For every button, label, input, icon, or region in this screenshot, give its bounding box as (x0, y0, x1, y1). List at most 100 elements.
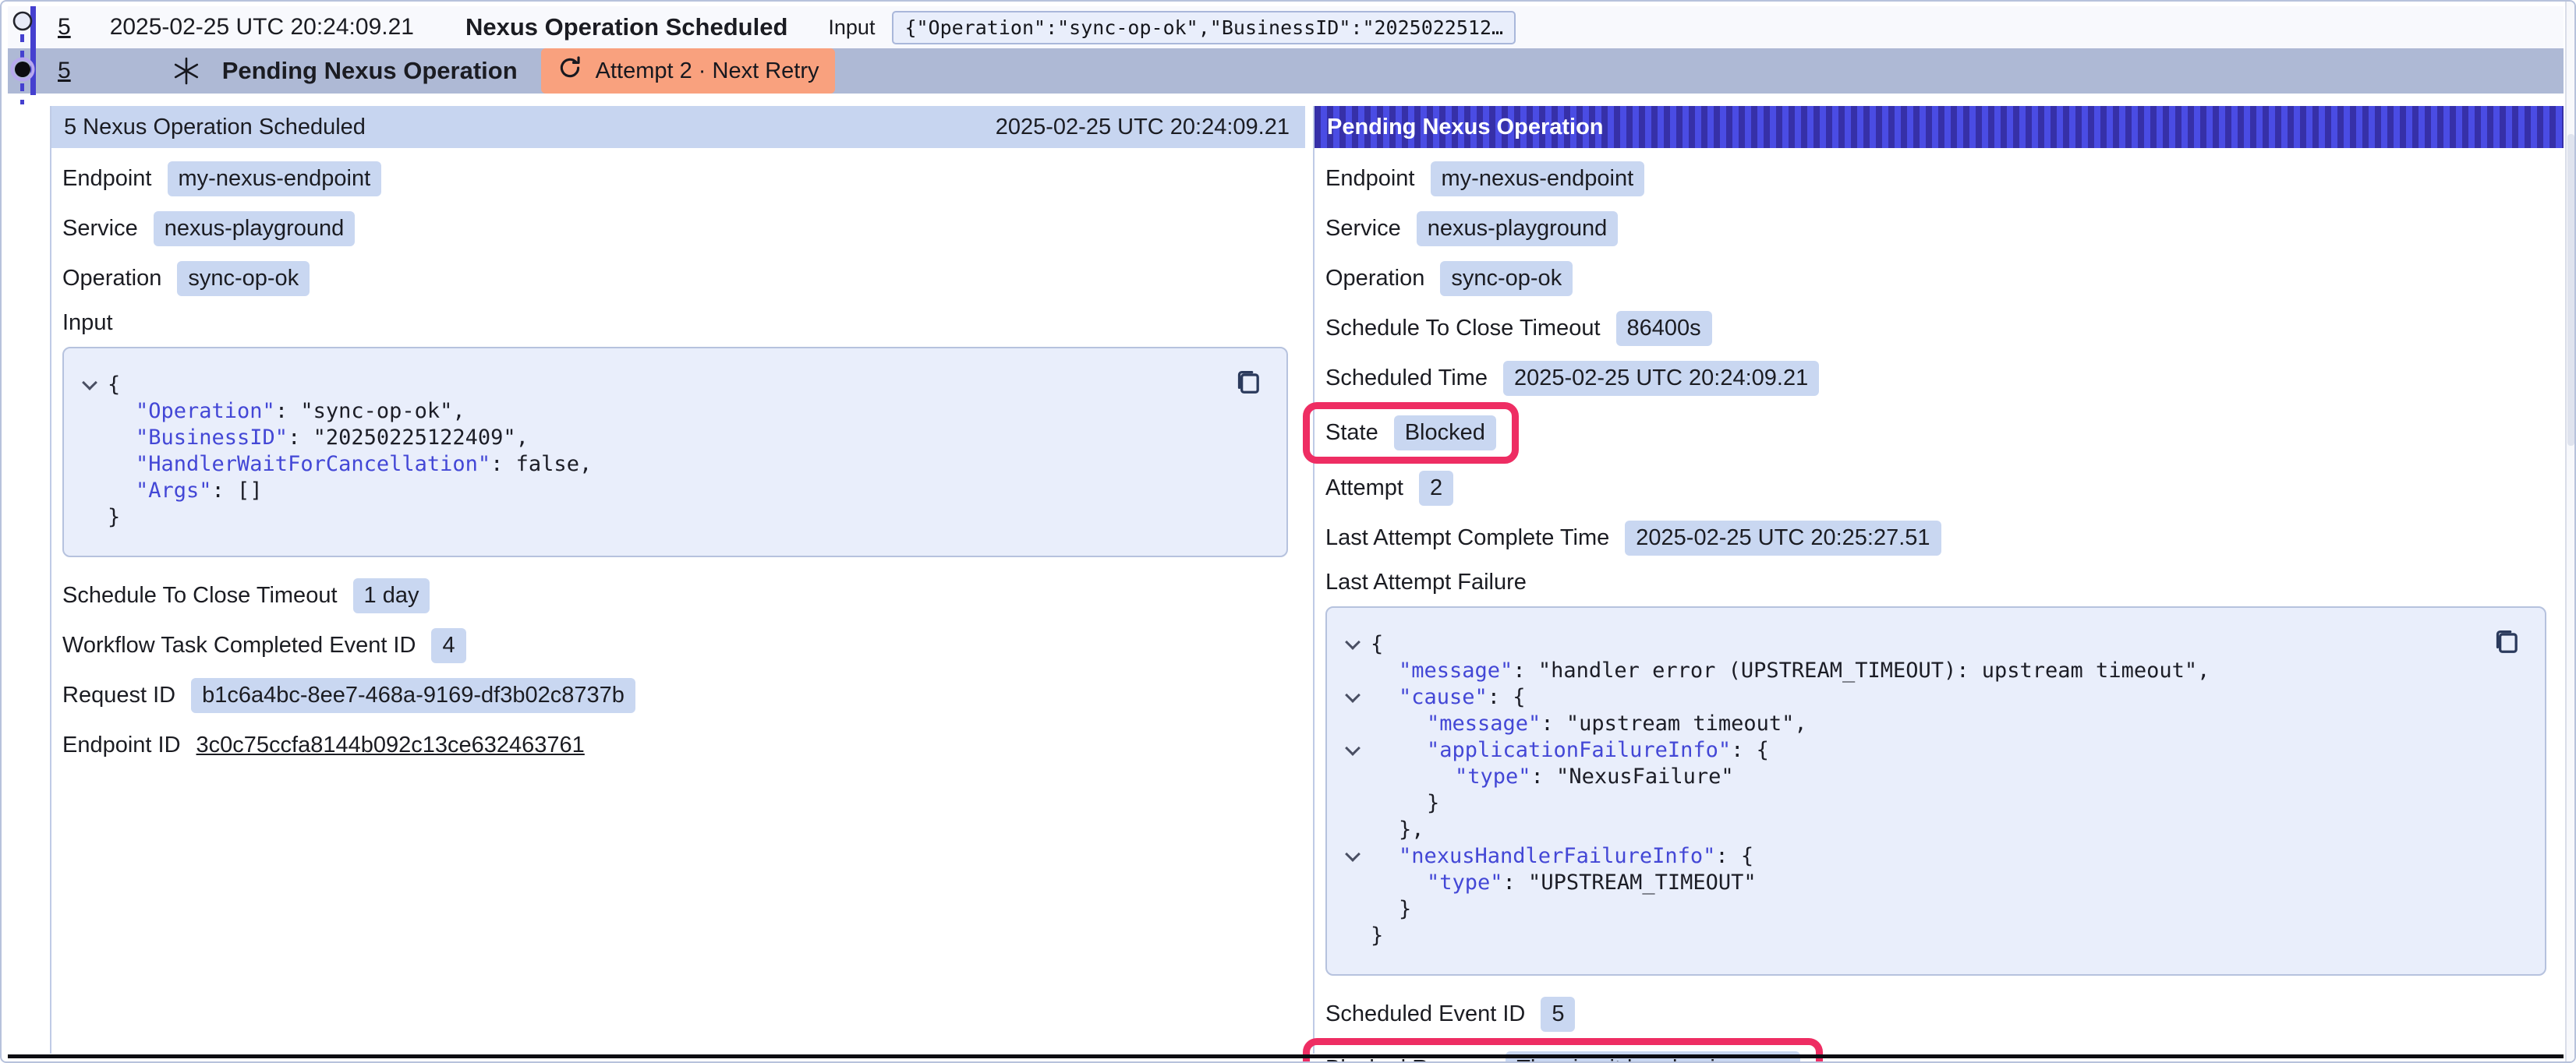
event-row-pending[interactable]: 5 Pending Nexus Operation (8, 48, 2564, 94)
json-text: : "20250225122409", (288, 426, 529, 450)
field-label: Attempt (1325, 475, 1403, 501)
json-text: { (1371, 632, 1383, 656)
json-text: : "NexusFailure" (1531, 765, 1734, 789)
json-text: : "handler error (UPSTREAM_TIMEOUT): ups… (1513, 659, 2210, 683)
json-key: "Operation" (136, 399, 275, 423)
field-row-scheduled-event-id: Scheduled Event ID5 (1325, 996, 1575, 1032)
field-value-operation: sync-op-ok (177, 261, 310, 296)
field-row-operation: Operation sync-op-ok (1325, 260, 1573, 296)
scrollbar-thumb[interactable] (2567, 134, 2574, 446)
code-line: "BusinessID": "20250225122409", (72, 425, 1268, 451)
collapse-chevron-icon[interactable] (82, 375, 97, 390)
field-row-schedule-to-close-timeout: Schedule To Close Timeout1 day (62, 577, 430, 613)
timeline-open-node-icon[interactable] (12, 10, 34, 36)
code-text: } (108, 504, 120, 531)
code-text: "applicationFailureInfo": { (1371, 737, 1769, 764)
code-text: } (1371, 896, 1411, 923)
field-label: Endpoint (1325, 166, 1415, 192)
failure-json-block: {"message": "handler error (UPSTREAM_TIM… (1325, 606, 2546, 976)
code-line: "applicationFailureInfo": { (1335, 737, 2526, 764)
json-key: "Args" (136, 479, 212, 503)
code-text: "type": "NexusFailure" (1371, 764, 1734, 790)
json-text: } (108, 505, 120, 529)
field-row-last-attempt-complete-time: Last Attempt Complete Time2025-02-25 UTC… (1325, 520, 1941, 556)
event-input-preview[interactable]: {"Operation":"sync-op-ok","BusinessID":"… (892, 11, 1516, 44)
code-text: { (1371, 631, 1383, 658)
json-text: } (1371, 924, 1383, 948)
scheduled-card-body: Endpointmy-nexus-endpointServicenexus-pl… (51, 148, 1305, 763)
failure-json-lines: {"message": "handler error (UPSTREAM_TIM… (1335, 631, 2526, 949)
event-id-link[interactable]: 5 (58, 58, 71, 84)
collapse-chevron-icon[interactable] (1345, 846, 1361, 862)
pending-card-header: Pending Nexus Operation (1315, 106, 2564, 148)
json-key: "HandlerWaitForCancellation" (136, 452, 490, 476)
field-label: Endpoint (62, 166, 152, 192)
field-row-state: State Blocked (1303, 402, 1519, 464)
event-detail-panels: 5 Nexus Operation Scheduled 2025-02-25 U… (50, 106, 2564, 1054)
field-label: Schedule To Close Timeout (62, 583, 338, 609)
code-line: } (1335, 790, 2526, 817)
scheduled-card-title: 5 Nexus Operation Scheduled (64, 115, 366, 140)
collapse-gutter (72, 382, 108, 388)
json-key: "message" (1427, 712, 1541, 736)
code-text: "type": "UPSTREAM_TIMEOUT" (1371, 870, 1757, 896)
field-label: Service (1325, 216, 1401, 242)
event-row-scheduled[interactable]: 5 2025-02-25 UTC 20:24:09.21 Nexus Opera… (8, 6, 2564, 48)
field-value-state: Blocked (1394, 415, 1496, 450)
code-text: "Operation": "sync-op-ok", (108, 398, 465, 425)
field-value-last-attempt-complete-time: 2025-02-25 UTC 20:25:27.51 (1625, 521, 1941, 556)
json-text: : "upstream timeout", (1541, 712, 1806, 736)
collapse-chevron-icon[interactable] (1345, 634, 1361, 650)
pending-card-title: Pending Nexus Operation (1327, 115, 1604, 140)
code-line: { (1335, 631, 2526, 658)
collapse-gutter (1335, 694, 1371, 701)
field-value-request-id: b1c6a4bc-8ee7-468a-9169-df3b02c8737b (191, 678, 635, 713)
json-text: : { (1715, 844, 1753, 868)
field-row-endpoint: Endpointmy-nexus-endpoint (1325, 161, 1644, 196)
field-label: Operation (1325, 266, 1424, 291)
vertical-scrollbar[interactable] (2565, 2, 2574, 1061)
pending-fields-bottom: Scheduled Event ID5Blocked ReasonThe cir… (1325, 996, 2564, 1063)
json-key: "BusinessID" (136, 426, 288, 450)
input-json-lines: {"Operation": "sync-op-ok","BusinessID":… (72, 372, 1268, 531)
copy-icon[interactable] (1232, 366, 1266, 400)
retry-icon (557, 55, 583, 87)
field-value-endpoint-id[interactable]: 3c0c75ccfa8144b092c13ce632463761 (196, 733, 585, 758)
code-line: "type": "UPSTREAM_TIMEOUT" (1335, 870, 2526, 896)
code-text: "message": "handler error (UPSTREAM_TIME… (1371, 658, 2210, 684)
collapse-chevron-icon[interactable] (1345, 687, 1361, 703)
code-line: "cause": { (1335, 684, 2526, 711)
code-text: "HandlerWaitForCancellation": false, (108, 451, 592, 478)
timeline-active-node-icon[interactable] (9, 56, 36, 87)
json-text: : "UPSTREAM_TIMEOUT" (1503, 871, 1757, 895)
field-label: State (1325, 420, 1378, 446)
field-value-scheduled-time: 2025-02-25 UTC 20:24:09.21 (1503, 361, 1819, 396)
json-text: } (1399, 897, 1411, 921)
json-key: "cause" (1399, 685, 1488, 709)
copy-icon[interactable] (2490, 625, 2525, 659)
code-line: }, (1335, 817, 2526, 843)
field-label: Service (62, 216, 138, 242)
code-line: "type": "NexusFailure" (1335, 764, 2526, 790)
scheduled-card-timestamp: 2025-02-25 UTC 20:24:09.21 (996, 115, 1290, 140)
json-text: { (108, 373, 120, 397)
field-value-scheduled-event-id: 5 (1541, 997, 1575, 1032)
code-line: "nexusHandlerFailureInfo": { (1335, 843, 2526, 870)
field-label: Operation (62, 266, 161, 291)
code-text: "nexusHandlerFailureInfo": { (1371, 843, 1753, 870)
field-row-endpoint-id: Endpoint ID3c0c75ccfa8144b092c13ce632463… (62, 727, 585, 763)
field-value-operation: sync-op-ok (1440, 261, 1573, 296)
details-bottom-divider (8, 1054, 2564, 1058)
pending-card-body: Endpointmy-nexus-endpointServicenexus-pl… (1315, 148, 2564, 1063)
code-text: "cause": { (1371, 684, 1526, 711)
field-value-attempt: 2 (1419, 471, 1453, 506)
json-text: : false, (490, 452, 592, 476)
collapse-chevron-icon[interactable] (1345, 740, 1361, 756)
input-section-label: Input (62, 310, 1305, 336)
field-label: Scheduled Time (1325, 366, 1488, 391)
code-line: "message": "upstream timeout", (1335, 711, 2526, 737)
code-line: { (72, 372, 1268, 398)
json-text: : { (1488, 685, 1526, 709)
event-id-link[interactable]: 5 (58, 14, 71, 41)
field-row-service: Servicenexus-playground (62, 210, 355, 246)
